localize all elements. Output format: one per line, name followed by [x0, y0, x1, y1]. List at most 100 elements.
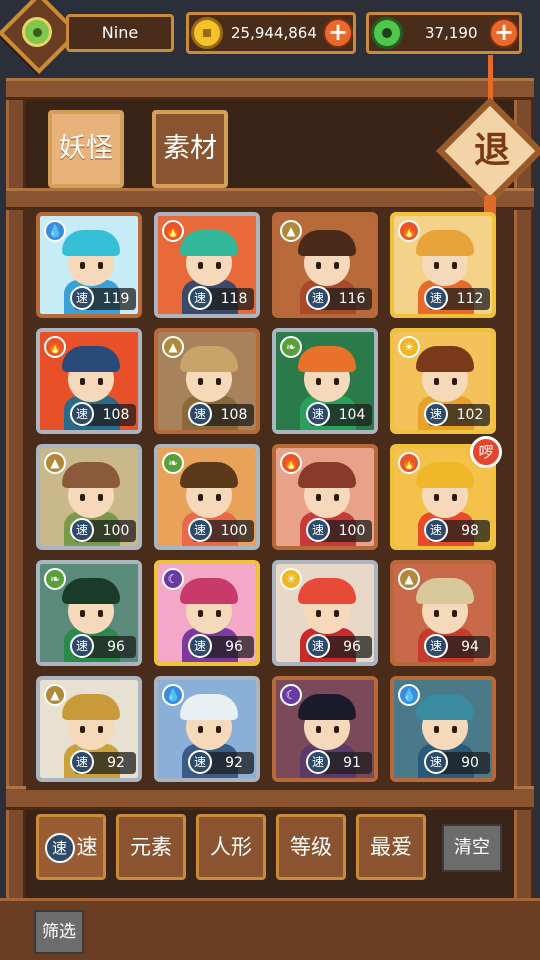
add-jade-button[interactable]: + — [489, 18, 519, 48]
earth-element-icon: ▲ — [44, 684, 66, 706]
speed-stat: 速 116 — [306, 286, 372, 310]
dark-element-icon: ☾ — [280, 684, 302, 706]
speed-stat: 速 91 — [306, 750, 372, 774]
monster-card[interactable]: ☀ 速 102 — [390, 328, 496, 434]
fire-element-icon: 🔥 — [398, 220, 420, 242]
water-element-icon: 💧 — [44, 220, 66, 242]
speed-stat: 速 100 — [306, 518, 372, 542]
monster-card[interactable]: ☾ 速 91 — [272, 676, 378, 782]
speed-stat: 速 94 — [424, 634, 490, 658]
jade-emblem-icon — [22, 17, 52, 47]
speed-icon: 速 — [70, 518, 94, 542]
speed-value: 108 — [220, 407, 248, 423]
speed-stat: 速 92 — [70, 750, 136, 774]
speed-icon: 速 — [70, 750, 94, 774]
sort-favorite-button[interactable]: 最爱 — [356, 814, 426, 880]
clear-button[interactable]: 清空 — [442, 824, 502, 872]
sort-element-button[interactable]: 元素 — [116, 814, 186, 880]
speed-value: 118 — [220, 291, 248, 307]
monster-card[interactable]: 🔥 速 118 — [154, 212, 260, 318]
monster-card[interactable]: ▲ 速 100 — [36, 444, 142, 550]
jade-amount: 37,190 — [425, 24, 478, 42]
speed-stat: 速 92 — [188, 750, 254, 774]
monster-card[interactable]: ☾ 速 96 — [154, 560, 260, 666]
water-element-icon: 💧 — [162, 684, 184, 706]
monster-card[interactable]: 💧 速 119 — [36, 212, 142, 318]
speed-icon: 速 — [306, 750, 330, 774]
speed-icon: 速 — [188, 402, 212, 426]
speed-value: 108 — [102, 407, 130, 423]
wood-element-icon: ❧ — [44, 568, 66, 590]
speed-stat: 速 96 — [70, 634, 136, 658]
monster-card[interactable]: ❧ 速 100 — [154, 444, 260, 550]
fire-element-icon: 🔥 — [280, 452, 302, 474]
speed-icon: 速 — [424, 402, 448, 426]
speed-value: 96 — [225, 639, 243, 655]
add-gold-button[interactable]: + — [323, 18, 353, 48]
speed-icon: 速 — [70, 402, 94, 426]
monster-card[interactable]: ▲ 速 92 — [36, 676, 142, 782]
speed-icon: 速 — [306, 518, 330, 542]
fire-element-icon: 🔥 — [398, 452, 420, 474]
speed-stat: 速 104 — [306, 402, 372, 426]
wood-element-icon: ❧ — [162, 452, 184, 474]
earth-element-icon: ▲ — [280, 220, 302, 242]
earth-element-icon: ▲ — [162, 336, 184, 358]
jade-coin-icon — [371, 17, 403, 49]
gold-display: 25,944,864 + — [186, 12, 356, 54]
monster-card[interactable]: ▲ 速 108 — [154, 328, 260, 434]
monster-card[interactable]: 🔥 速 100 — [272, 444, 378, 550]
tab-monsters[interactable]: 妖怪 — [48, 110, 124, 188]
speed-value: 92 — [107, 755, 125, 771]
sort-speed-button[interactable]: 速速 — [36, 814, 106, 880]
speed-icon: 速 — [306, 286, 330, 310]
top-bar: Nine 25,944,864 + 37,190 + — [0, 0, 540, 75]
speed-icon: 速 — [188, 750, 212, 774]
speed-stat: 速 112 — [424, 286, 490, 310]
monster-card[interactable]: ☀ 速 96 — [272, 560, 378, 666]
water-element-icon: 💧 — [398, 684, 420, 706]
speed-stat: 速 100 — [70, 518, 136, 542]
tab-materials[interactable]: 素材 — [152, 110, 228, 188]
fire-element-icon: 🔥 — [44, 336, 66, 358]
speed-value: 100 — [102, 523, 130, 539]
monster-card[interactable]: 💧 速 90 — [390, 676, 496, 782]
speed-stat: 速 100 — [188, 518, 254, 542]
monster-card[interactable]: 🔥 速 108 — [36, 328, 142, 434]
monster-card[interactable]: ▲ 速 116 — [272, 212, 378, 318]
hot-badge: 啰 — [470, 436, 502, 468]
earth-element-icon: ▲ — [44, 452, 66, 474]
speed-stat: 速 102 — [424, 402, 490, 426]
fire-element-icon: 🔥 — [162, 220, 184, 242]
speed-stat: 速 96 — [306, 634, 372, 658]
speed-icon: 速 — [424, 750, 448, 774]
monster-grid: 💧 速 119 🔥 速 118 ▲ 速 116 🔥 速 112 🔥 速 108 ▲ 速 108 ❧ 速 104 ☀ 速 102… — [36, 212, 504, 784]
monster-card[interactable]: 💧 速 92 — [154, 676, 260, 782]
speed-value: 94 — [461, 639, 479, 655]
speed-value: 100 — [338, 523, 366, 539]
speed-icon: 速 — [424, 286, 448, 310]
speed-icon: 速 — [188, 286, 212, 310]
speed-stat: 速 108 — [188, 402, 254, 426]
exit-label: 退 — [473, 130, 510, 171]
wood-element-icon: ❧ — [280, 336, 302, 358]
speed-stat: 速 119 — [70, 286, 136, 310]
speed-value: 98 — [461, 523, 479, 539]
monster-card[interactable]: ❧ 速 96 — [36, 560, 142, 666]
sort-shape-button[interactable]: 人形 — [196, 814, 266, 880]
player-name: Nine — [66, 14, 174, 52]
speed-stat: 速 98 — [424, 518, 490, 542]
speed-value: 90 — [461, 755, 479, 771]
monster-card[interactable]: 🔥 速 112 — [390, 212, 496, 318]
speed-value: 116 — [338, 291, 366, 307]
speed-icon: 速 — [44, 833, 75, 863]
sort-level-button[interactable]: 等级 — [276, 814, 346, 880]
earth-element-icon: ▲ — [398, 568, 420, 590]
speed-icon: 速 — [306, 634, 330, 658]
monster-card[interactable]: ▲ 速 94 — [390, 560, 496, 666]
speed-icon: 速 — [306, 402, 330, 426]
monster-card[interactable]: ❧ 速 104 — [272, 328, 378, 434]
speed-value: 119 — [102, 291, 130, 307]
sort-speed-label: 速 — [76, 835, 98, 859]
filter-button[interactable]: 筛选 — [34, 910, 84, 954]
